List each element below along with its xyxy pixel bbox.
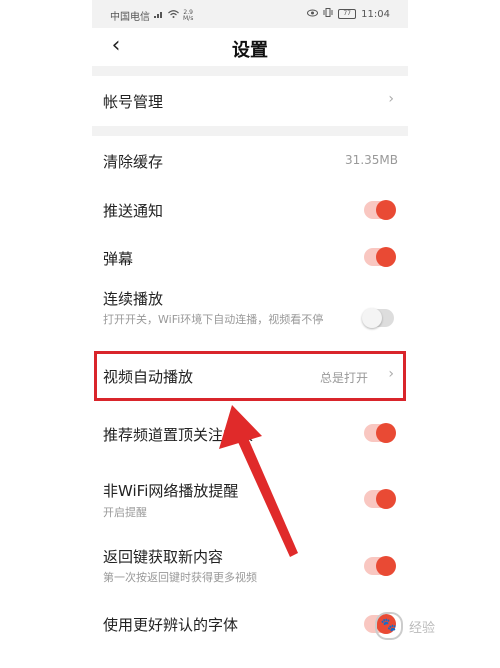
watermark-text: 经验 [409, 620, 436, 636]
paw-icon: 🐾 [375, 612, 403, 640]
pointer-arrow-icon [219, 405, 298, 557]
watermark: 🐾 经验 [375, 612, 435, 640]
